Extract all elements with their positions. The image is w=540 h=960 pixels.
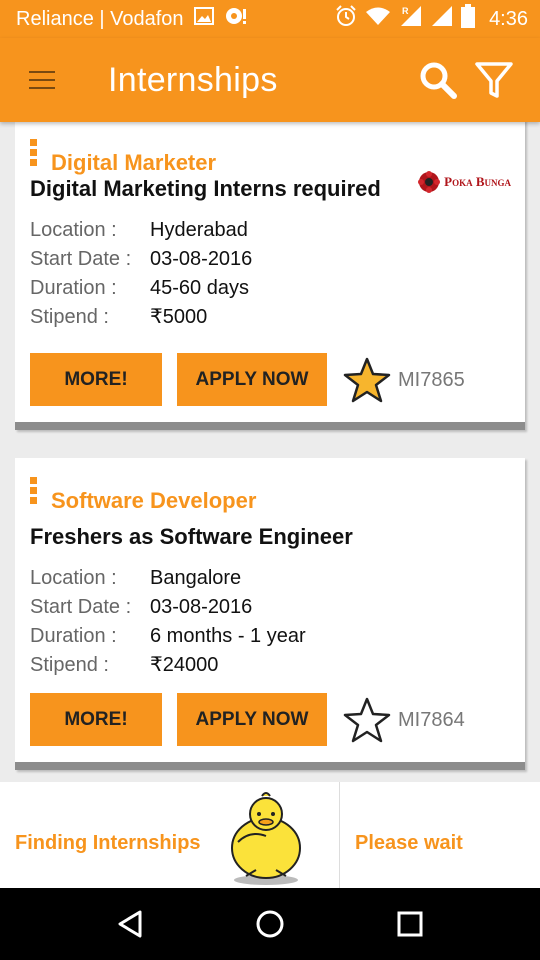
duration-value: 45-60 days [150,277,249,299]
internship-category: Software Developer [51,488,257,513]
page-title: Internships [108,60,278,99]
back-button[interactable] [100,894,160,954]
duration-value: 6 months - 1 year [150,625,306,647]
company-logo: Poka Bunga [417,170,511,194]
apply-now-button[interactable]: APPLY NOW [177,693,327,746]
finding-internships-text: Finding Internships [15,832,201,854]
search-icon [420,62,457,99]
hamburger-menu-icon [29,68,55,92]
location-label: Location : [30,567,117,589]
app-bar: Internships [0,38,540,122]
signal-icon [431,5,453,33]
more-options-icon[interactable] [30,476,37,504]
location-value: Hyderabad [150,219,248,241]
internship-code: MI7864 [398,709,465,731]
more-button[interactable]: MORE! [30,693,162,746]
internship-category: Digital Marketer [51,150,217,175]
internship-title: Freshers as Software Engineer [30,524,353,549]
start-date-value: 03-08-2016 [150,248,253,270]
location-label: Location : [30,219,117,241]
image-icon [193,7,214,31]
home-circle-icon [256,910,284,938]
internship-card[interactable]: Software Developer Freshers as Software … [15,458,525,770]
internship-card[interactable]: Digital Marketer Poka Bunga Digital Mark… [15,122,525,430]
svg-text:R: R [402,6,409,16]
star-filled-icon[interactable] [343,356,391,404]
signal-icon: R [399,5,423,33]
wifi-icon [365,6,391,32]
start-date-value: 03-08-2016 [150,596,253,618]
hamburger-menu-button[interactable] [0,38,84,122]
internship-details: Location : Bangalore Start Date : 03-08-20… [30,564,306,680]
category-row: Software Developer [30,472,256,514]
more-button[interactable]: MORE! [30,353,162,406]
location-value: Bangalore [150,567,242,589]
duration-label: Duration : [30,625,117,647]
duration-label: Duration : [30,277,117,299]
more-options-icon[interactable] [30,138,37,166]
filter-icon [475,62,513,98]
stipend-label: Stipend : [30,654,109,676]
flower-logo-icon [418,171,441,193]
battery-icon [461,4,476,34]
internship-title: Digital Marketing Interns required [30,176,381,201]
carrier-name: Reliance | Vodafon [16,7,184,30]
apply-now-button[interactable]: APPLY NOW [177,353,327,406]
home-button[interactable] [240,894,300,954]
start-date-label: Start Date : [30,596,132,618]
sync-icon [224,6,248,32]
stipend-value: ₹24000 [150,654,219,676]
category-row: Digital Marketer [30,134,216,176]
status-bar: Reliance | Vodafon R 4:36 [0,0,540,38]
stipend-label: Stipend : [30,306,109,328]
internship-code: MI7865 [398,369,465,391]
internship-details: Location : Hyderabad Start Date : 03-08-20… [30,216,252,332]
internship-list[interactable]: Digital Marketer Poka Bunga Digital Mark… [0,122,540,782]
company-logo-text: Poka Bunga [444,174,511,189]
duck-mascot-icon [231,792,301,885]
loading-left-panel: Finding Internships [0,782,340,888]
stipend-value: ₹5000 [150,306,208,328]
system-nav-bar [0,888,540,960]
clock-time: 4:36 [489,7,528,30]
please-wait-text: Please wait [355,832,463,854]
filter-button[interactable] [466,38,522,122]
recents-square-icon [397,911,423,937]
search-button[interactable] [410,38,466,122]
back-triangle-icon [118,910,142,938]
start-date-label: Start Date : [30,248,132,270]
recents-button[interactable] [380,894,440,954]
alarm-icon [335,5,357,33]
loading-indicator: Finding Internships Please wait [0,782,540,888]
star-outline-icon[interactable] [343,696,391,744]
